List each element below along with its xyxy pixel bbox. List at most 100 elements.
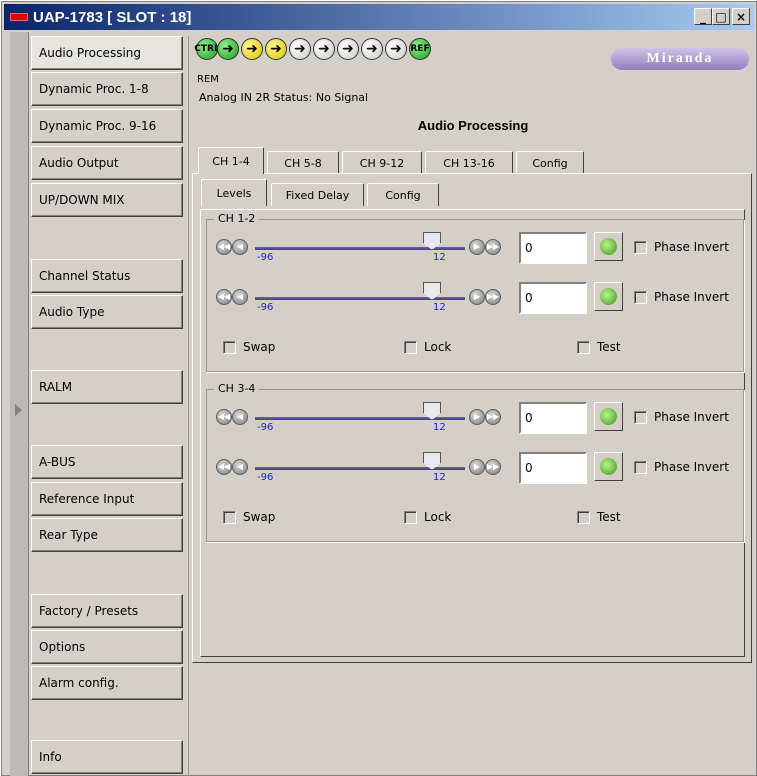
slider-max-label: 12	[433, 472, 446, 483]
ref-status-icon[interactable]: REF	[409, 38, 431, 60]
ctrl-status-icon[interactable]: CTRL	[194, 38, 220, 60]
arrow-status-icon[interactable]: ➜	[265, 38, 287, 60]
fast-forward-icon[interactable]: ▶▶	[485, 289, 501, 305]
level-value-field[interactable]: 0	[519, 452, 587, 484]
fast-rewind-icon[interactable]: ◀◀	[216, 409, 232, 425]
speaker-button[interactable]	[594, 282, 623, 311]
step-forward-icon[interactable]: ▶	[469, 459, 485, 475]
lock-label: Lock	[424, 510, 452, 524]
speaker-button[interactable]	[594, 452, 623, 481]
phase-invert-label: Phase Invert	[654, 460, 729, 474]
speaker-icon	[600, 288, 617, 305]
level-value-field[interactable]: 0	[519, 232, 587, 264]
test-checkbox[interactable]	[577, 341, 590, 354]
step-back-icon[interactable]: ◀	[232, 409, 248, 425]
subtab-fixed-delay[interactable]: Fixed Delay	[271, 183, 364, 206]
speaker-icon	[600, 458, 617, 475]
slider-min-label: -96	[257, 302, 274, 313]
subtab-config[interactable]: Config	[367, 183, 439, 206]
sidebar-item-dynamic-proc-9-16[interactable]: Dynamic Proc. 9-16	[31, 109, 183, 143]
tab-config[interactable]: Config	[516, 151, 584, 174]
arrow-status-icon[interactable]: ➜	[385, 38, 407, 60]
phase-invert-checkbox[interactable]	[634, 241, 647, 254]
window-title: UAP-1783 [ SLOT : 18]	[33, 8, 192, 26]
test-checkbox[interactable]	[577, 511, 590, 524]
speaker-button[interactable]	[594, 232, 623, 261]
slider-max-label: 12	[433, 422, 446, 433]
swap-checkbox[interactable]	[223, 341, 236, 354]
sidebar-item-audio-type[interactable]: Audio Type	[31, 295, 183, 329]
fast-forward-icon[interactable]: ▶▶	[485, 409, 501, 425]
miranda-logo: Miranda	[611, 48, 749, 70]
collapse-strip[interactable]	[10, 32, 29, 776]
app-window: UAP-1783 [ SLOT : 18] _ □ × Audio Proces…	[1, 1, 757, 776]
level-value-field[interactable]: 0	[519, 282, 587, 314]
lock-checkbox[interactable]	[404, 511, 417, 524]
lock-label: Lock	[424, 340, 452, 354]
arrow-status-icon[interactable]: ➜	[337, 38, 359, 60]
arrow-status-icon[interactable]: ➜	[313, 38, 335, 60]
channel-group: CH 3-4 ◀◀ ◀ -96 12 ▶ ▶▶ 0 Phase Invert ◀…	[206, 382, 744, 542]
sidebar-item-channel-status[interactable]: Channel Status	[31, 259, 183, 293]
tab-ch-1-4[interactable]: CH 1-4	[198, 147, 264, 174]
step-back-icon[interactable]: ◀	[232, 289, 248, 305]
fast-rewind-icon[interactable]: ◀◀	[216, 289, 232, 305]
sidebar-item-audio-output[interactable]: Audio Output	[31, 146, 183, 180]
main-pane: CTRL ➜ ➜ ➜ ➜ ➜ ➜ ➜ ➜ REF REM Miranda Ana…	[188, 36, 756, 776]
expand-arrow-icon[interactable]	[15, 404, 22, 416]
slider-min-label: -96	[257, 422, 274, 433]
step-back-icon[interactable]: ◀	[232, 239, 248, 255]
sidebar-item-audio-processing[interactable]: Audio Processing	[31, 36, 183, 70]
phase-invert-label: Phase Invert	[654, 240, 729, 254]
channel-row: ◀◀ ◀ -96 12 ▶ ▶▶ 0 Phase Invert	[207, 230, 753, 266]
fast-rewind-icon[interactable]: ◀◀	[216, 239, 232, 255]
sidebar-item-options[interactable]: Options	[31, 630, 183, 664]
sidebar-item-dynamic-proc-1-8[interactable]: Dynamic Proc. 1-8	[31, 72, 183, 106]
phase-invert-label: Phase Invert	[654, 290, 729, 304]
sidebar-item-alarm-config[interactable]: Alarm config.	[31, 666, 183, 700]
sidebar-item-up-down-mix[interactable]: UP/DOWN MIX	[31, 183, 183, 217]
maximize-button[interactable]: □	[712, 8, 730, 25]
step-forward-icon[interactable]: ▶	[469, 289, 485, 305]
phase-invert-checkbox[interactable]	[634, 411, 647, 424]
group-title: CH 3-4	[214, 382, 260, 395]
slider-min-label: -96	[257, 252, 274, 263]
speaker-button[interactable]	[594, 402, 623, 431]
arrow-status-icon[interactable]: ➜	[241, 38, 263, 60]
step-forward-icon[interactable]: ▶	[469, 239, 485, 255]
slider-max-label: 12	[433, 302, 446, 313]
test-label: Test	[597, 340, 621, 354]
speaker-icon	[600, 408, 617, 425]
level-value-field[interactable]: 0	[519, 402, 587, 434]
arrow-status-icon[interactable]: ➜	[217, 38, 239, 60]
levels-panel: CH 1-2 ◀◀ ◀ -96 12 ▶ ▶▶ 0 Phase Invert ◀…	[200, 209, 745, 657]
sidebar-item-a-bus[interactable]: A-BUS	[31, 445, 183, 479]
fast-forward-icon[interactable]: ▶▶	[485, 459, 501, 475]
title-bar[interactable]: UAP-1783 [ SLOT : 18] _ □ ×	[4, 4, 754, 30]
step-forward-icon[interactable]: ▶	[469, 409, 485, 425]
fast-rewind-icon[interactable]: ◀◀	[216, 459, 232, 475]
tab-ch-13-16[interactable]: CH 13-16	[425, 151, 513, 174]
subtab-levels[interactable]: Levels	[201, 179, 267, 206]
arrow-status-icon[interactable]: ➜	[361, 38, 383, 60]
close-button[interactable]: ×	[732, 8, 750, 25]
step-back-icon[interactable]: ◀	[232, 459, 248, 475]
sidebar-item-factory-presets[interactable]: Factory / Presets	[31, 594, 183, 628]
swap-checkbox[interactable]	[223, 511, 236, 524]
phase-invert-checkbox[interactable]	[634, 291, 647, 304]
arrow-status-icon[interactable]: ➜	[289, 38, 311, 60]
rem-label: REM	[197, 74, 219, 85]
channel-row: ◀◀ ◀ -96 12 ▶ ▶▶ 0 Phase Invert	[207, 280, 753, 316]
sidebar-item-reference-input[interactable]: Reference Input	[31, 482, 183, 516]
minimize-button[interactable]: _	[694, 8, 712, 25]
fast-forward-icon[interactable]: ▶▶	[485, 239, 501, 255]
sidebar-item-rear-type[interactable]: Rear Type	[31, 518, 183, 552]
sidebar-item-info[interactable]: Info	[31, 740, 183, 774]
page-title: Audio Processing	[417, 118, 529, 133]
phase-invert-checkbox[interactable]	[634, 461, 647, 474]
tab-ch-9-12[interactable]: CH 9-12	[342, 151, 422, 174]
sidebar-item-ralm[interactable]: RALM	[31, 370, 183, 404]
slider-min-label: -96	[257, 472, 274, 483]
tab-ch-5-8[interactable]: CH 5-8	[267, 151, 339, 174]
lock-checkbox[interactable]	[404, 341, 417, 354]
